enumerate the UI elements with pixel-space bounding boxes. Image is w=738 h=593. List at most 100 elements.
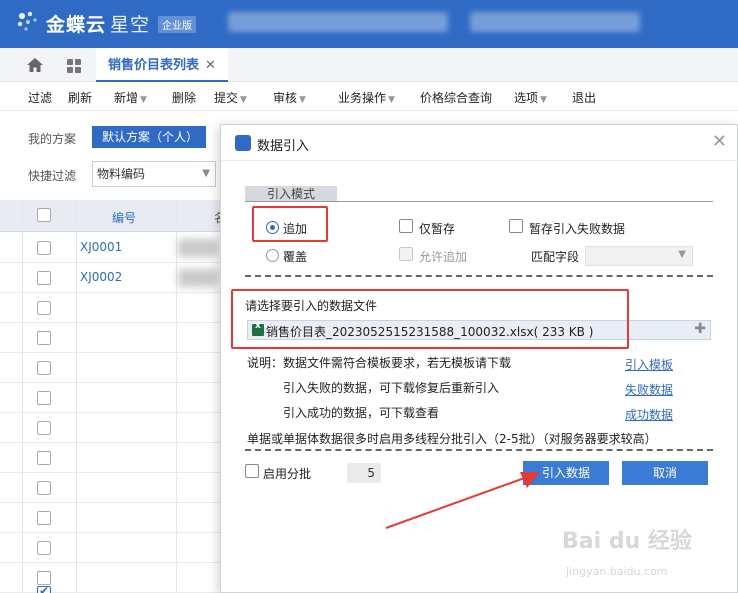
table-row[interactable]: [0, 323, 234, 353]
red-arrow-annotation: [385, 472, 540, 529]
app-header: 金蝶云 星空 企业版: [0, 0, 738, 48]
toolbar-business-ops-button[interactable]: 业务操作 ▼: [338, 89, 395, 106]
import-mode-section-title: 引入模式: [245, 186, 337, 202]
tab-close-icon[interactable]: ✕: [205, 58, 216, 73]
toolbar-filter-button[interactable]: 过滤: [28, 89, 52, 106]
allow-append-label: 允许追加: [419, 250, 468, 264]
scheme-label: 我的方案: [28, 132, 77, 146]
row-checkbox[interactable]: [37, 391, 51, 405]
table-row[interactable]: [0, 413, 234, 443]
home-icon[interactable]: [26, 57, 44, 73]
row-checkbox[interactable]: [37, 451, 51, 465]
data-grid: 编号 名 XJ0001 XJ0002: [0, 200, 234, 593]
overwrite-radio[interactable]: [266, 249, 279, 262]
baidu-watermark-url: jingyan.baidu.com: [566, 565, 668, 578]
default-scheme-button[interactable]: 默认方案（个人）: [92, 126, 206, 148]
blurred-cell: [178, 269, 218, 287]
quick-filter-label: 快捷过滤: [28, 169, 77, 183]
add-file-icon[interactable]: ✚: [694, 321, 706, 337]
chevron-down-icon: ▼: [299, 95, 306, 105]
table-row[interactable]: XJ0002: [0, 263, 234, 293]
chevron-down-icon: ▼: [140, 95, 147, 105]
enable-batch-checkbox[interactable]: [245, 464, 259, 478]
highlight-file-selection: [231, 289, 629, 349]
baidu-watermark: Bai du 经验: [562, 529, 692, 554]
row-checkbox[interactable]: [37, 481, 51, 495]
batch-count-input[interactable]: 5: [347, 463, 381, 483]
select-all-checkbox[interactable]: [37, 208, 51, 222]
quick-filter-select[interactable]: 物料编码 ▼: [92, 161, 216, 187]
row-code[interactable]: XJ0002: [80, 270, 122, 284]
dialog-title: 数据引入: [257, 139, 310, 154]
toolbar-submit-button[interactable]: 提交 ▼: [214, 89, 247, 106]
table-row[interactable]: [0, 383, 234, 413]
tab-strip: 销售价目表列表 ✕: [0, 48, 738, 82]
highlight-append-option: [252, 206, 328, 242]
edition-badge: 企业版: [158, 16, 196, 33]
table-row[interactable]: [0, 578, 234, 593]
row-checkbox[interactable]: [37, 271, 51, 285]
table-row[interactable]: [0, 503, 234, 533]
temp-save-fail-label[interactable]: 暂存引入失败数据: [529, 220, 625, 237]
toolbar-price-query-button[interactable]: 价格综合查询: [420, 89, 492, 106]
toolbar-audit-button[interactable]: 审核 ▼: [273, 89, 306, 106]
enable-batch-label[interactable]: 启用分批: [263, 465, 311, 482]
table-row[interactable]: [0, 443, 234, 473]
table-row[interactable]: [0, 353, 234, 383]
toolbar-exit-button[interactable]: 退出: [572, 89, 596, 106]
blurred-cell: [178, 239, 218, 257]
chevron-down-icon: ▼: [202, 168, 210, 179]
success-data-link[interactable]: 成功数据: [625, 406, 673, 423]
row-checkbox[interactable]: [37, 361, 51, 375]
temp-save-fail-checkbox[interactable]: [509, 219, 523, 233]
row-checkbox[interactable]: [37, 421, 51, 435]
temp-save-only-label[interactable]: 仅暂存: [419, 220, 455, 237]
import-icon: [235, 135, 251, 151]
row-checkbox-checked[interactable]: [37, 584, 51, 593]
row-checkbox[interactable]: [37, 511, 51, 525]
row-checkbox[interactable]: [37, 241, 51, 255]
dialog-close-icon[interactable]: ✕: [712, 131, 727, 152]
table-row[interactable]: XJ0001: [0, 233, 234, 263]
dashed-divider: [245, 275, 713, 277]
table-row[interactable]: [0, 473, 234, 503]
chevron-down-icon: ▼: [540, 95, 547, 105]
chevron-down-icon: ▼: [240, 95, 247, 105]
toolbar-new-button[interactable]: 新增 ▼: [114, 89, 147, 106]
match-field-select[interactable]: ▼: [585, 246, 693, 266]
row-checkbox[interactable]: [37, 541, 51, 555]
note-batch: 单据或单据体数据很多时启用多线程分批引入（2-5批）（对服务器要求较高）: [247, 432, 657, 446]
cancel-button[interactable]: 取消: [622, 461, 708, 485]
failed-data-link[interactable]: 失败数据: [625, 381, 673, 398]
apps-grid-icon[interactable]: [66, 58, 82, 74]
section-divider: [245, 201, 713, 202]
note-template: 说明：数据文件需符合模板要求，若无模板请下载: [247, 356, 512, 370]
note-success: 引入成功的数据，可下载查看: [283, 406, 440, 420]
column-header-code[interactable]: 编号: [112, 209, 136, 226]
temp-save-only-checkbox[interactable]: [399, 219, 413, 233]
download-template-link[interactable]: 引入模板: [625, 356, 673, 373]
brand-name: 金蝶云 星空: [46, 14, 151, 36]
row-code[interactable]: XJ0001: [80, 240, 122, 254]
toolbar-delete-button[interactable]: 删除: [172, 89, 196, 106]
chevron-down-icon: ▼: [678, 249, 686, 260]
grid-header: 编号 名: [0, 200, 234, 232]
blurred-header-info-2: [470, 12, 640, 32]
overwrite-label[interactable]: 覆盖: [283, 248, 307, 265]
row-checkbox[interactable]: [37, 301, 51, 315]
toolbar-refresh-button[interactable]: 刷新: [68, 89, 92, 106]
note-failed: 引入失败的数据，可下载修复后重新引入: [283, 381, 500, 395]
dialog-title-bar: 数据引入 ✕: [221, 125, 737, 161]
dashed-divider: [245, 449, 713, 451]
blurred-header-info: [228, 12, 448, 32]
kingdee-logo-icon: [17, 11, 37, 31]
chevron-down-icon: ▼: [388, 95, 395, 105]
table-row[interactable]: [0, 533, 234, 563]
table-row[interactable]: [0, 293, 234, 323]
tab-sales-price-list[interactable]: 销售价目表列表 ✕: [96, 48, 228, 82]
toolbar: 过滤 刷新 新增 ▼ 删除 提交 ▼ 审核 ▼ 业务操作 ▼ 价格综合查询 选项 ▼ 退出: [0, 83, 738, 111]
toolbar-options-button[interactable]: 选项 ▼: [514, 89, 547, 106]
row-checkbox[interactable]: [37, 331, 51, 345]
allow-append-checkbox[interactable]: [399, 247, 413, 261]
match-field-label: 匹配字段: [531, 250, 580, 264]
